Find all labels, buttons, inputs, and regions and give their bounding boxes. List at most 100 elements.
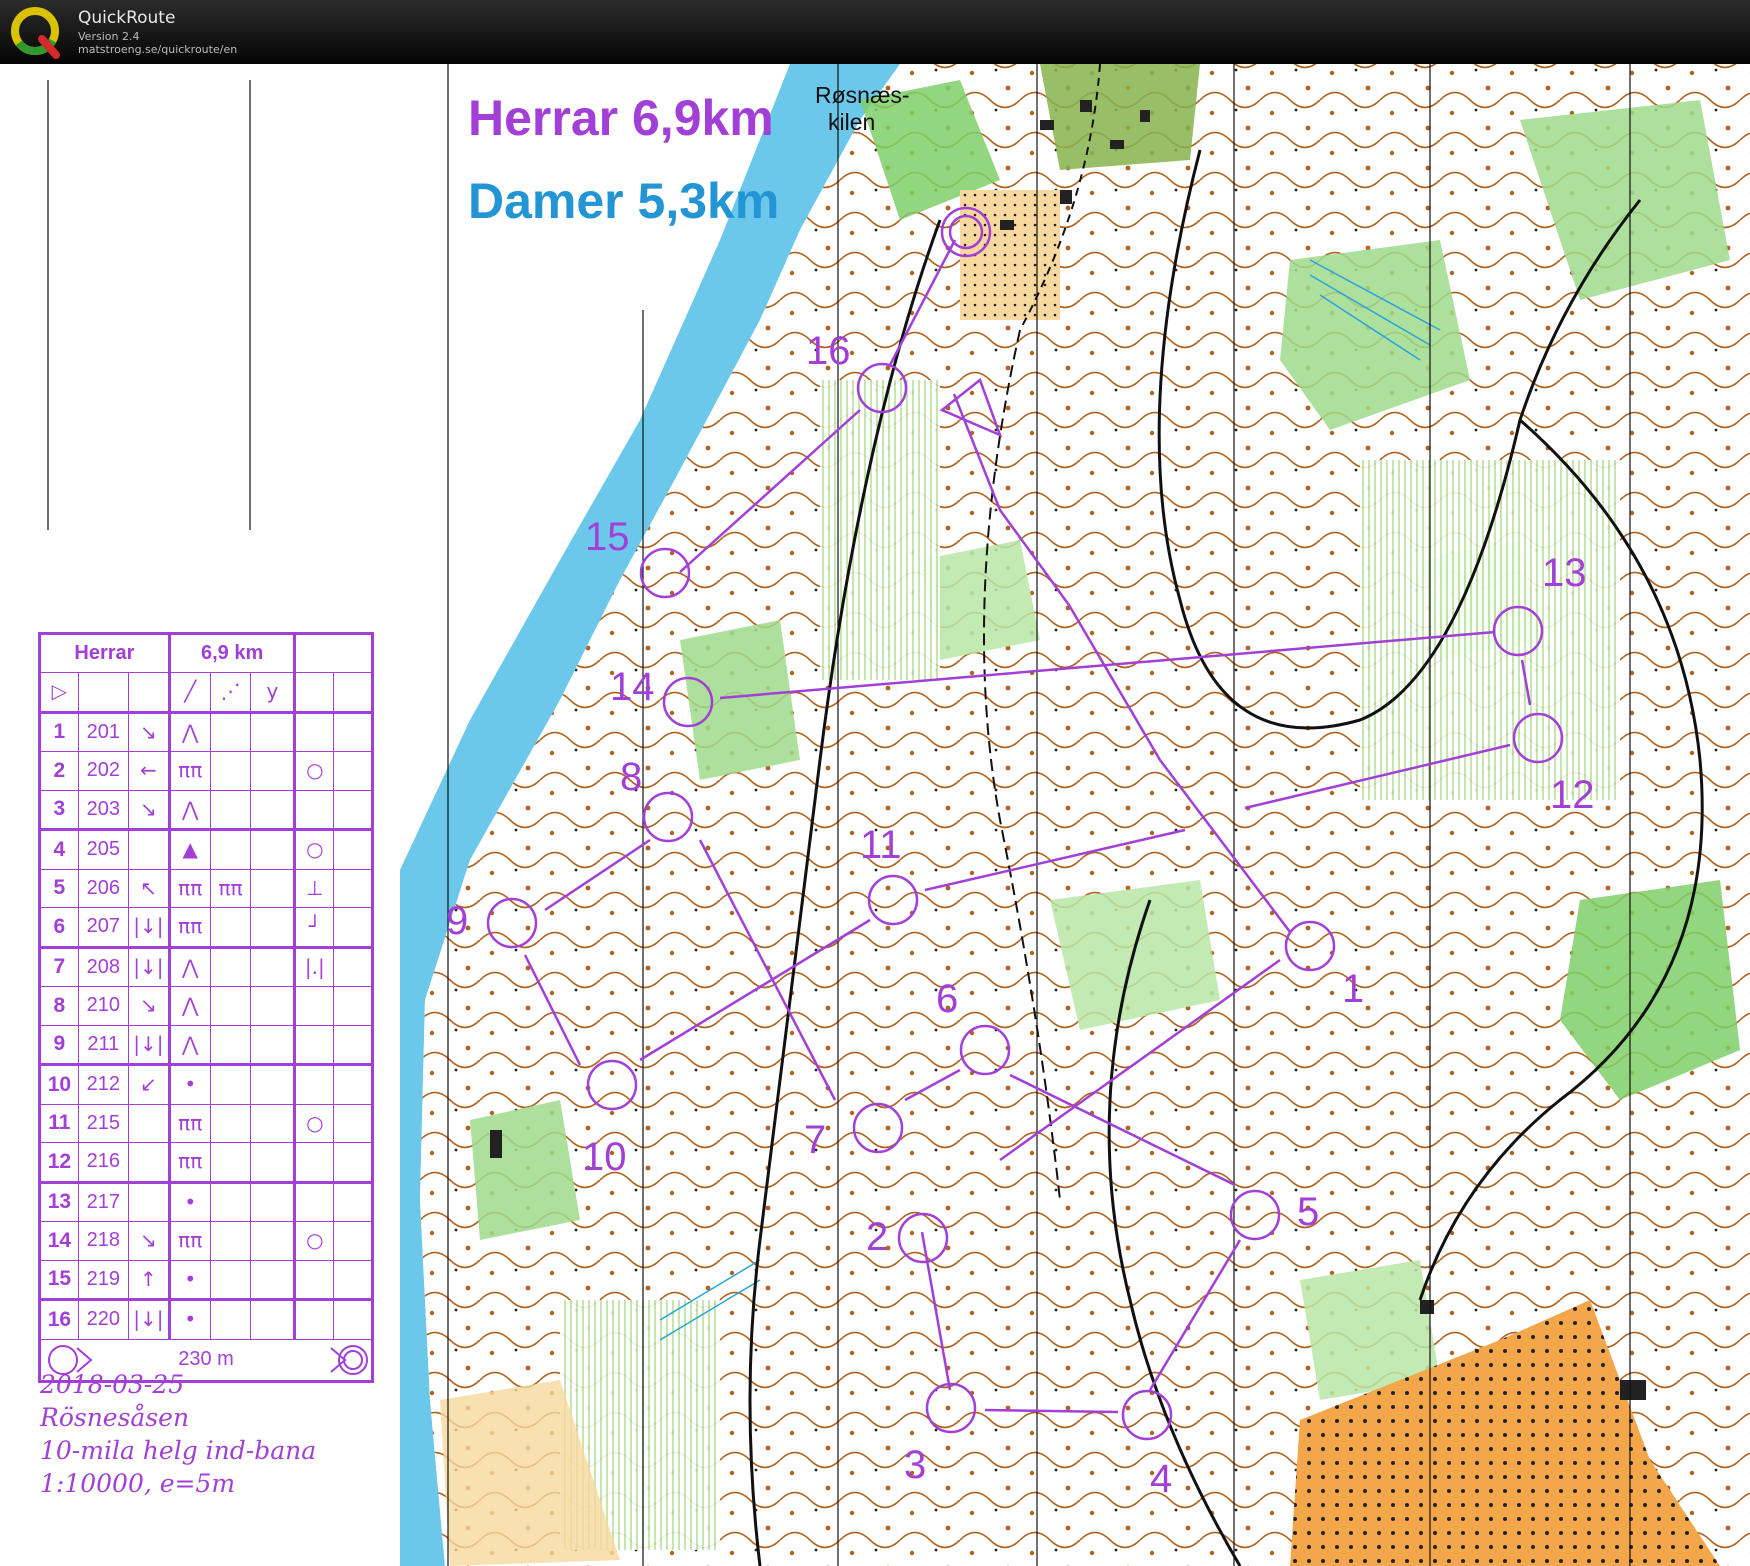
feature-cell-text: ⋀ bbox=[182, 796, 199, 821]
location-cell bbox=[294, 1064, 335, 1105]
other-cell bbox=[333, 1221, 373, 1261]
feature-cell-text: • bbox=[184, 1189, 197, 1214]
appearance-cell bbox=[209, 1142, 252, 1184]
feature-cell-text: ⋀ bbox=[182, 1031, 199, 1056]
control-code-cell-text: 217 bbox=[86, 1190, 121, 1213]
control-number-cell-text: 11 bbox=[48, 1111, 71, 1135]
dimension-cell bbox=[250, 868, 297, 908]
location-cell bbox=[294, 789, 335, 831]
location-cell bbox=[294, 1024, 335, 1066]
other-cell bbox=[333, 789, 373, 831]
course-title-men: Herrar 6,9km bbox=[468, 90, 774, 146]
place-name-line-2: kilen bbox=[828, 109, 875, 135]
location-cell bbox=[294, 1299, 335, 1340]
appearance-cell bbox=[209, 1221, 252, 1261]
control-number-7: 7 bbox=[804, 1118, 826, 1162]
control-code-cell-text: 211 bbox=[87, 1032, 120, 1055]
location-cell bbox=[294, 1259, 335, 1301]
control-number-16: 16 bbox=[806, 329, 851, 373]
description-row: 6 207 |↓| ππ ┘ bbox=[39, 907, 373, 949]
app-version: Version 2.4 bbox=[78, 30, 140, 43]
control-number-9: 9 bbox=[446, 899, 468, 943]
description-row: 3 203 ↘ ⋀ bbox=[39, 789, 373, 831]
direction-cell-text: ↑ bbox=[140, 1266, 157, 1291]
location-cell-text: ┘ bbox=[308, 914, 321, 939]
description-row: 12 216 ππ bbox=[39, 1142, 373, 1184]
direction-cell bbox=[127, 1142, 171, 1184]
control-number-cell-text: 15 bbox=[47, 1267, 72, 1291]
appearance-cell bbox=[209, 1259, 252, 1301]
control-code-cell-text: 218 bbox=[86, 1229, 121, 1252]
direction-cell: |↓| bbox=[127, 1024, 171, 1066]
control-code-cell: 218 bbox=[77, 1221, 129, 1261]
control-number-cell: 5 bbox=[39, 868, 79, 908]
other-cell bbox=[333, 1142, 373, 1184]
appearance-cell bbox=[209, 789, 252, 831]
location-cell-text: ⊥ bbox=[306, 875, 324, 900]
control-number-cell: 9 bbox=[39, 1024, 79, 1066]
control-number-cell-text: 7 bbox=[53, 955, 66, 979]
direction-cell: ↖ bbox=[127, 868, 171, 908]
start-symbol-icon: ▷ bbox=[39, 672, 79, 714]
location-cell bbox=[294, 711, 335, 752]
control-number-cell: 16 bbox=[39, 1299, 79, 1340]
description-row: 15 219 ↑ • bbox=[39, 1259, 373, 1301]
control-code-cell-text: 201 bbox=[86, 720, 121, 743]
control-code-cell: 211 bbox=[77, 1024, 129, 1066]
feature-cell: ⋀ bbox=[168, 986, 211, 1026]
description-row: 14 218 ↘ ππ ○ bbox=[39, 1221, 373, 1261]
control-number-6: 6 bbox=[936, 977, 958, 1021]
location-cell-text: ○ bbox=[306, 758, 324, 783]
appearance-cell bbox=[209, 1024, 252, 1066]
feature-cell: ▲ bbox=[168, 829, 211, 870]
location-cell-text: ○ bbox=[306, 837, 324, 862]
control-number-cell: 1 bbox=[39, 711, 79, 752]
control-code-cell: 210 bbox=[77, 986, 129, 1026]
control-code-cell-text: 220 bbox=[86, 1308, 121, 1331]
direction-cell: ↘ bbox=[127, 789, 171, 831]
dimension-cell bbox=[250, 1259, 297, 1301]
feature-cell-text: ⋀ bbox=[182, 954, 199, 979]
control-number-5: 5 bbox=[1297, 1190, 1319, 1234]
control-code-cell: 201 bbox=[77, 711, 129, 752]
control-code-cell-text: 202 bbox=[86, 759, 121, 782]
control-number-cell-text: 3 bbox=[53, 797, 66, 821]
control-number-8: 8 bbox=[620, 755, 642, 799]
description-row: 1 201 ↘ ⋀ bbox=[39, 711, 373, 752]
control-number-cell-text: 10 bbox=[47, 1072, 72, 1096]
location-cell: ○ bbox=[294, 1103, 335, 1143]
direction-cell: |↓| bbox=[127, 1299, 171, 1340]
note-area: Rösnesåsen bbox=[40, 1403, 190, 1432]
orienteering-map[interactable]: 1 2 3 4 5 6 7 8 9 10 11 12 13 14 15 16 H… bbox=[0, 64, 1750, 1566]
other-cell bbox=[333, 1024, 373, 1066]
other-cell bbox=[333, 1181, 373, 1222]
control-code-cell: 219 bbox=[77, 1259, 129, 1301]
direction-cell: ← bbox=[127, 751, 171, 791]
other-cell bbox=[333, 1103, 373, 1143]
direction-cell-text: ↘ bbox=[140, 719, 157, 744]
description-row: 7 208 |↓| ⋀ |.| bbox=[39, 946, 373, 987]
feature-cell: ⋀ bbox=[168, 711, 211, 752]
feature-cell-text: ▲ bbox=[182, 837, 198, 862]
direction-cell-text: ↙ bbox=[140, 1072, 157, 1097]
feature-cell-text: ⋀ bbox=[182, 993, 199, 1018]
control-number-15: 15 bbox=[585, 515, 630, 559]
dimension-cell bbox=[250, 946, 297, 987]
dimension-cell bbox=[250, 986, 297, 1026]
direction-cell bbox=[127, 1103, 171, 1143]
feature-cell: ⋀ bbox=[168, 1024, 211, 1066]
description-row: 4 205 ▲ ○ bbox=[39, 829, 373, 870]
control-code-cell: 217 bbox=[77, 1181, 129, 1222]
control-number-4: 4 bbox=[1150, 1457, 1172, 1501]
note-event: 10-mila helg ind-bana bbox=[40, 1436, 317, 1465]
control-code-cell-text: 210 bbox=[86, 994, 121, 1017]
feature-cell-text: ππ bbox=[178, 1149, 203, 1174]
feature-cell: ππ bbox=[168, 1103, 211, 1143]
appearance-cell bbox=[209, 829, 252, 870]
control-code-cell: 203 bbox=[77, 789, 129, 831]
control-number-cell: 6 bbox=[39, 907, 79, 949]
feature-cell: • bbox=[168, 1299, 211, 1340]
feature-cell-text: • bbox=[184, 1266, 197, 1291]
control-number-cell-text: 8 bbox=[53, 993, 66, 1017]
description-row: 5 206 ↖ ππ ππ ⊥ bbox=[39, 868, 373, 908]
